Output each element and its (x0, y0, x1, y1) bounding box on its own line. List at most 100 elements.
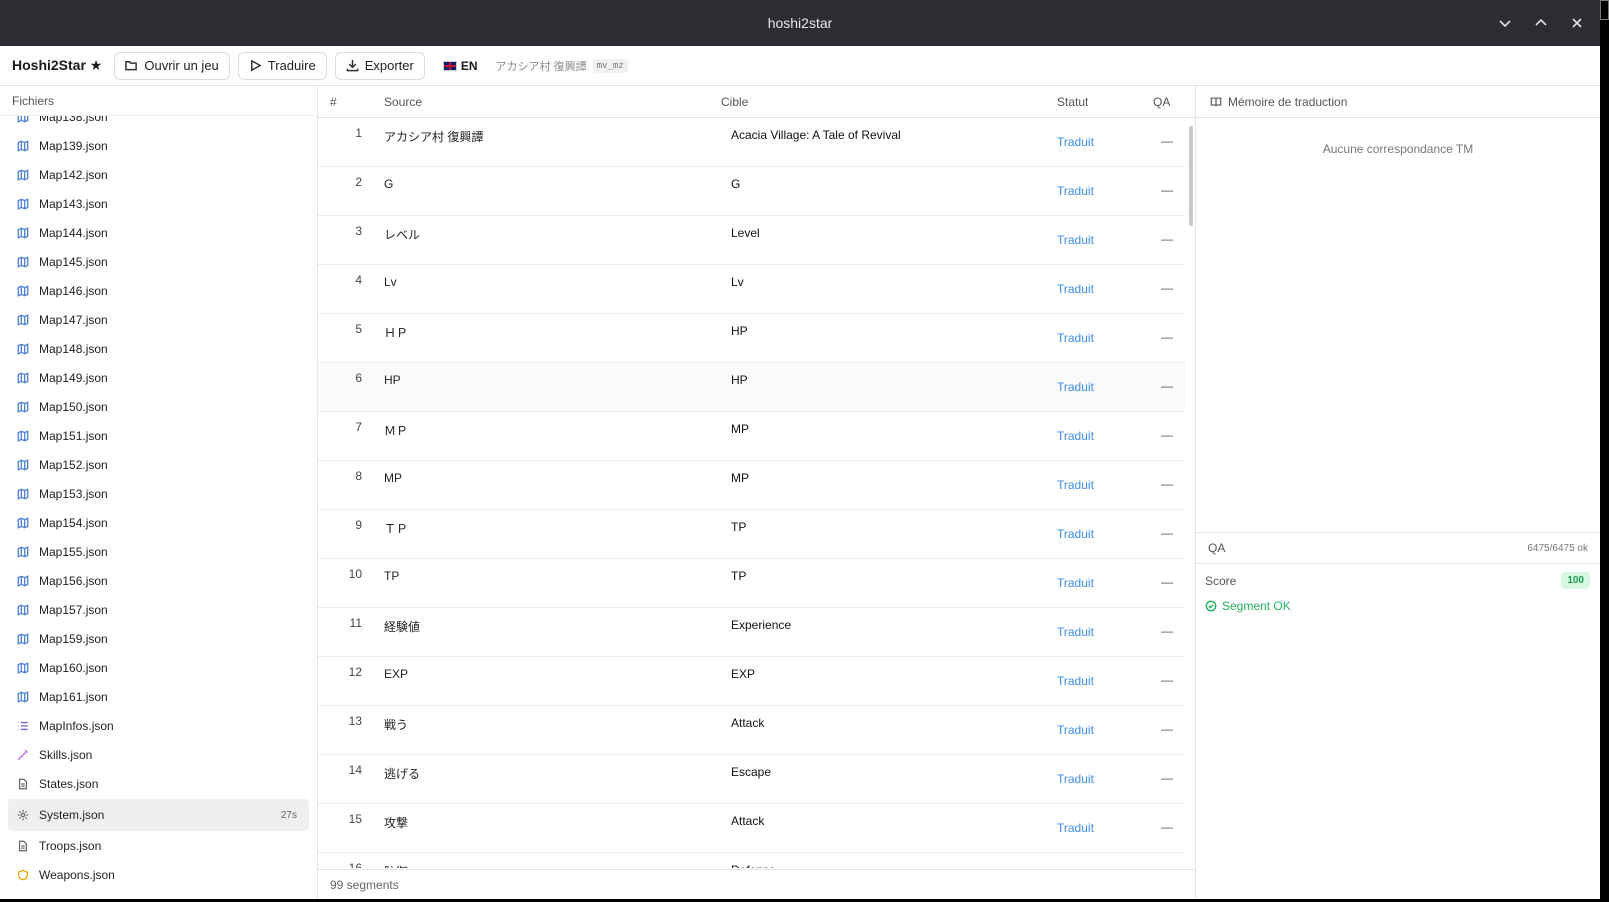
target-text[interactable]: MP (731, 422, 749, 436)
target-text[interactable]: Acacia Village: A Tale of Revival (731, 128, 901, 142)
translate-button[interactable]: Traduire (237, 51, 327, 80)
file-item[interactable]: Map148.json (8, 334, 309, 363)
source-text: レベル (384, 228, 421, 242)
target-text[interactable]: MP (731, 471, 749, 485)
status-badge[interactable]: Traduit (1057, 331, 1094, 345)
target-text[interactable]: EXP (731, 667, 755, 681)
language-selector[interactable]: EN (433, 59, 488, 73)
file-item[interactable]: Map160.json (8, 653, 309, 682)
table-row[interactable]: 2 G G Traduit — (318, 167, 1185, 216)
table-row[interactable]: 1 アカシア村 復興譚 Acacia Village: A Tale of Revi… (318, 118, 1185, 167)
file-item[interactable]: Map153.json (8, 479, 309, 508)
target-text[interactable]: HP (731, 324, 748, 338)
table-row[interactable]: 11 経験値 Experience Traduit — (318, 608, 1185, 657)
table-row[interactable]: 8 MP MP Traduit — (318, 461, 1185, 510)
target-text[interactable]: G (731, 177, 740, 191)
file-item[interactable]: Map157.json (8, 595, 309, 624)
file-item[interactable]: Map151.json (8, 421, 309, 450)
file-item[interactable]: Map142.json (8, 160, 309, 189)
file-item[interactable]: Troops.json (8, 831, 309, 860)
file-item[interactable]: Map155.json (8, 537, 309, 566)
status-badge[interactable]: Traduit (1057, 282, 1094, 296)
status-badge[interactable]: Traduit (1057, 625, 1094, 639)
file-item[interactable]: Map145.json (8, 247, 309, 276)
source-text: 逃げる (384, 767, 421, 781)
shield-icon (16, 868, 29, 881)
status-badge[interactable]: Traduit (1057, 380, 1094, 394)
file-item[interactable]: Map146.json (8, 276, 309, 305)
export-label: Exporter (364, 58, 414, 73)
target-text[interactable]: Experience (731, 618, 791, 632)
table-row[interactable]: 16 防御 Defense (318, 853, 1185, 868)
status-badge[interactable]: Traduit (1057, 674, 1094, 688)
table-row[interactable]: 15 攻撃 Attack Traduit — (318, 804, 1185, 853)
target-text[interactable]: Defense (731, 863, 776, 868)
file-name: Weapons.json (39, 867, 115, 882)
minimize-button[interactable] (1496, 14, 1514, 32)
file-item[interactable]: Skills.json (8, 740, 309, 769)
file-item[interactable]: Map139.json (8, 131, 309, 160)
table-row[interactable]: 9 ＴＰ TP Traduit — (318, 510, 1185, 559)
status-badge[interactable]: Traduit (1057, 821, 1094, 835)
col-qa: QA (1153, 94, 1171, 109)
file-name: Map150.json (39, 399, 108, 414)
table-row[interactable]: 3 レベル Level Traduit — (318, 216, 1185, 265)
map-icon (16, 516, 29, 529)
table-row[interactable]: 6 HP HP Traduit — (318, 363, 1185, 412)
file-item[interactable]: Map156.json (8, 566, 309, 595)
window-title: hoshi2star (767, 15, 833, 31)
status-badge[interactable]: Traduit (1057, 233, 1094, 247)
maximize-button[interactable] (1532, 14, 1550, 32)
target-text[interactable]: Lv (731, 275, 744, 289)
file-item[interactable]: Map143.json (8, 189, 309, 218)
close-button[interactable] (1568, 14, 1586, 32)
status-badge[interactable]: Traduit (1057, 723, 1094, 737)
target-text[interactable]: HP (731, 373, 748, 387)
play-icon (250, 59, 262, 72)
file-item[interactable]: Map144.json (8, 218, 309, 247)
target-text[interactable]: Attack (731, 814, 764, 828)
target-text[interactable]: Escape (731, 765, 771, 779)
qa-indicator: — (1161, 379, 1173, 393)
status-badge[interactable]: Traduit (1057, 135, 1094, 149)
map-icon (16, 255, 29, 268)
table-row[interactable]: 12 EXP EXP Traduit — (318, 657, 1185, 706)
status-badge[interactable]: Traduit (1057, 772, 1094, 786)
row-number: 6 (355, 371, 362, 385)
map-icon (16, 487, 29, 500)
table-row[interactable]: 5 ＨＰ HP Traduit — (318, 314, 1185, 363)
status-badge[interactable]: Traduit (1057, 576, 1094, 590)
file-item[interactable]: MapInfos.json (8, 711, 309, 740)
file-item[interactable]: Map154.json (8, 508, 309, 537)
file-item[interactable]: Map161.json (8, 682, 309, 711)
file-item[interactable]: States.json (8, 769, 309, 798)
file-item[interactable]: Map150.json (8, 392, 309, 421)
target-text[interactable]: TP (731, 569, 746, 583)
status-badge[interactable]: Traduit (1057, 429, 1094, 443)
file-item[interactable]: Map149.json (8, 363, 309, 392)
file-item[interactable]: Map152.json (8, 450, 309, 479)
file-item[interactable]: Weapons.json (8, 860, 309, 889)
table-row[interactable]: 13 戦う Attack Traduit — (318, 706, 1185, 755)
file-item[interactable]: Map147.json (8, 305, 309, 334)
translate-label: Traduire (267, 58, 316, 73)
target-text[interactable]: TP (731, 520, 746, 534)
open-game-button[interactable]: Ouvrir un jeu (114, 51, 230, 80)
table-row[interactable]: 7 ＭＰ MP Traduit — (318, 412, 1185, 461)
file-name: Map144.json (39, 225, 108, 240)
map-icon (16, 226, 29, 239)
target-text[interactable]: Attack (731, 716, 764, 730)
table-row[interactable]: 14 逃げる Escape Traduit — (318, 755, 1185, 804)
qa-panel: QA 6475/6475 ok Score 100 Segment OK (1196, 532, 1600, 613)
table-row[interactable]: 10 TP TP Traduit — (318, 559, 1185, 608)
status-badge[interactable]: Traduit (1057, 478, 1094, 492)
table-scrollbar[interactable] (1189, 126, 1193, 226)
status-badge[interactable]: Traduit (1057, 184, 1094, 198)
target-text[interactable]: Level (731, 226, 760, 240)
table-row[interactable]: 4 Lv Lv Traduit — (318, 265, 1185, 314)
file-item[interactable]: Map159.json (8, 624, 309, 653)
export-button[interactable]: Exporter (334, 51, 425, 80)
gear-icon (16, 809, 29, 822)
file-item[interactable]: System.json 27s (8, 799, 309, 831)
status-badge[interactable]: Traduit (1057, 527, 1094, 541)
